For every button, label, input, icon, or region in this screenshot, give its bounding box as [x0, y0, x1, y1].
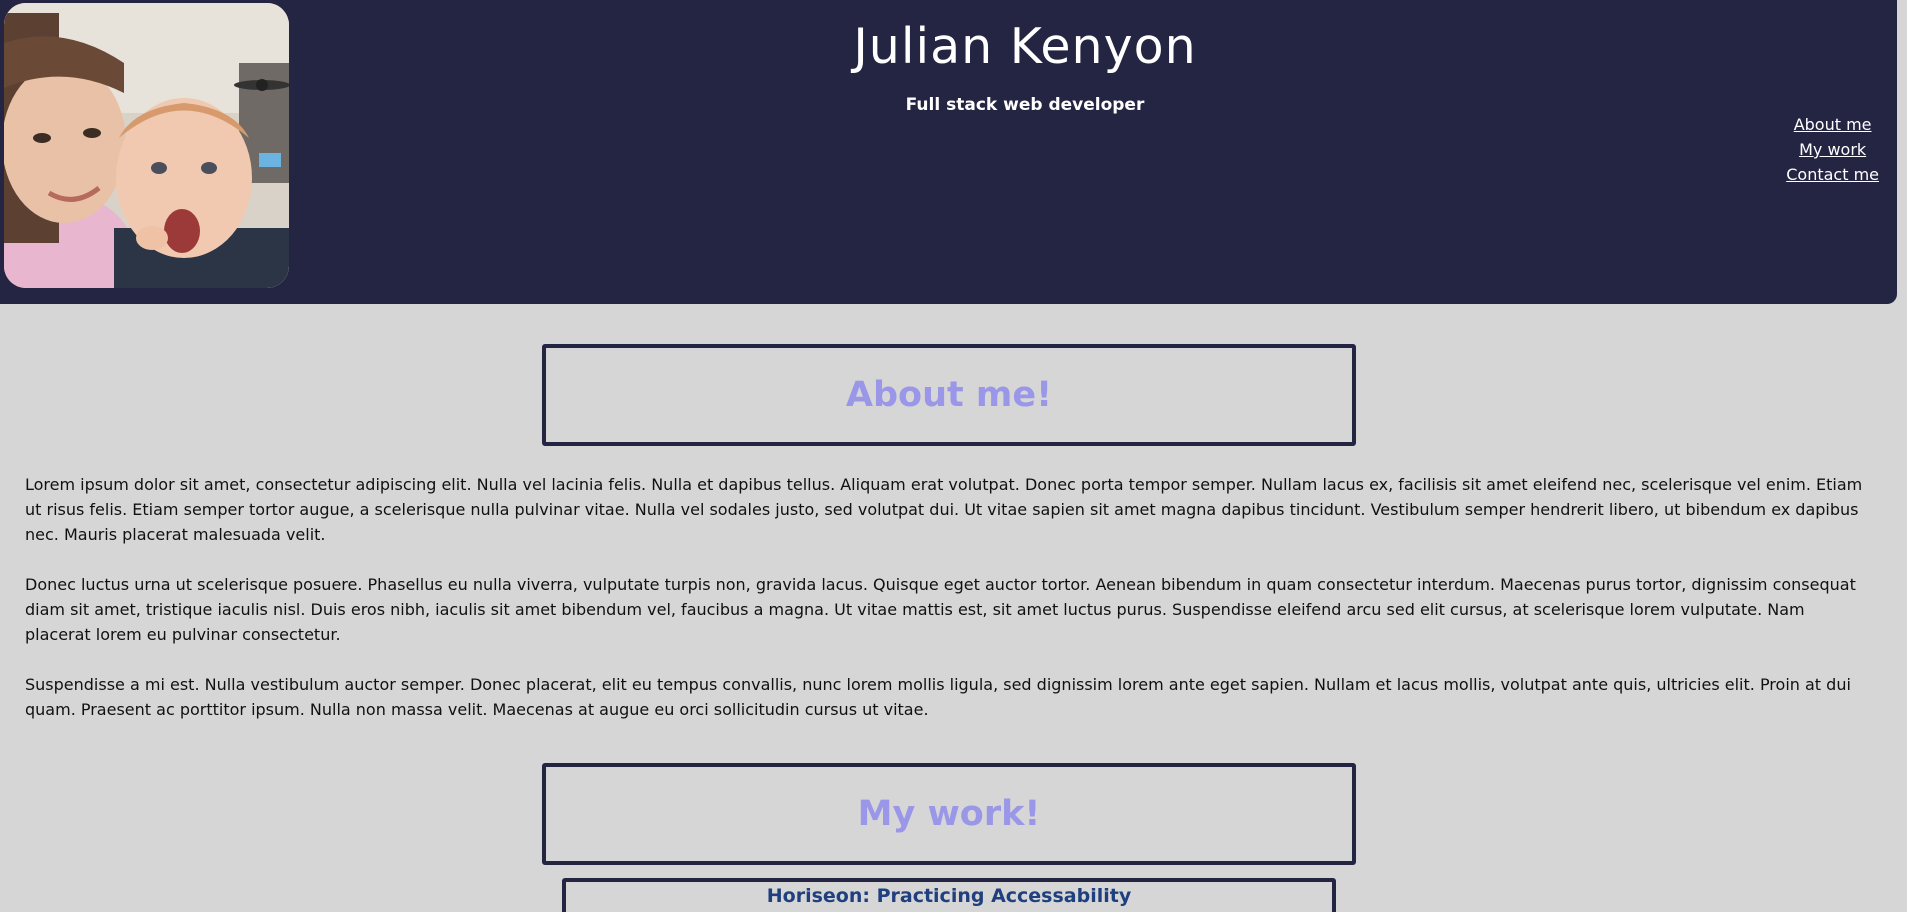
work-heading: My work! — [857, 794, 1041, 834]
about-heading-box: About me! — [542, 344, 1356, 446]
project-card[interactable]: Horiseon: Practicing Accessability — [562, 878, 1336, 912]
nav-link-about-me[interactable]: About me — [1786, 112, 1879, 137]
page: Julian Kenyon Full stack web developer A… — [0, 0, 1907, 912]
site-tagline: Full stack web developer — [905, 95, 1145, 115]
project-title: Horiseon: Practicing Accessability — [766, 885, 1132, 907]
about-heading: About me! — [845, 375, 1053, 415]
about-paragraph: Lorem ipsum dolor sit amet, consectetur … — [25, 475, 1863, 544]
nav-link-contact-me[interactable]: Contact me — [1786, 162, 1879, 187]
about-paragraph: Suspendisse a mi est. Nulla vestibulum a… — [25, 675, 1851, 719]
site-title: Julian Kenyon — [853, 18, 1197, 75]
top-nav: About me My work Contact me — [1786, 112, 1879, 187]
work-heading-box: My work! — [542, 763, 1356, 865]
site-header: Julian Kenyon Full stack web developer A… — [0, 0, 1897, 304]
about-paragraph: Donec luctus urna ut scelerisque posuere… — [25, 575, 1856, 644]
nav-link-my-work[interactable]: My work — [1786, 137, 1879, 162]
page-scrollbar[interactable] — [1897, 0, 1907, 912]
about-text: Lorem ipsum dolor sit amet, consectetur … — [25, 472, 1875, 747]
